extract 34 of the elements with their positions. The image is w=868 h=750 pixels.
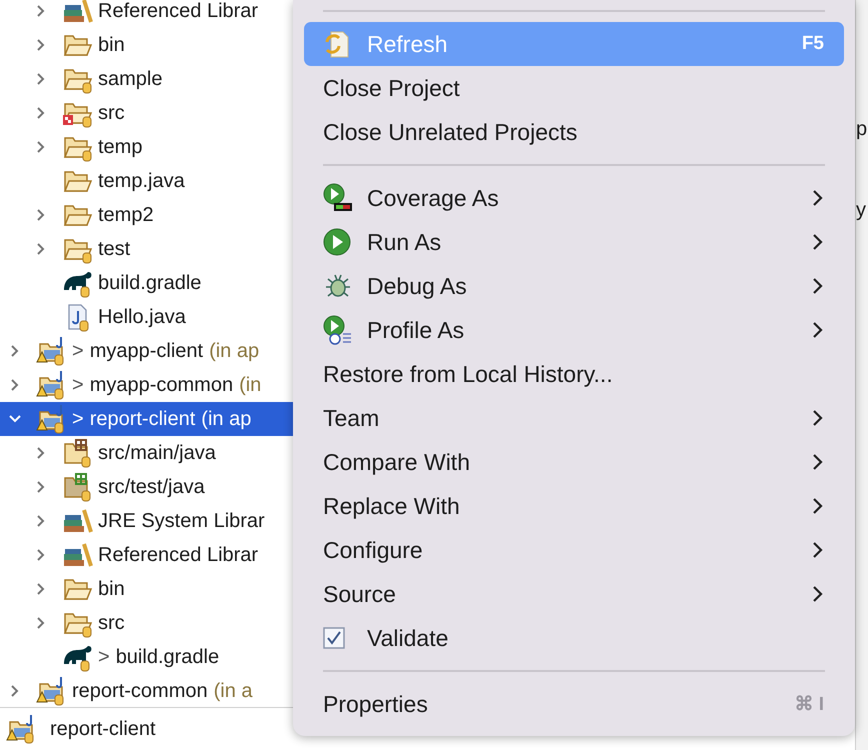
tree-item-label: build.gradle: [98, 272, 202, 294]
change-marker: >: [72, 374, 84, 396]
tree-item-label: JRE System Librar: [98, 510, 265, 532]
tree-item-label: temp2: [98, 204, 154, 226]
tree-item-label: Referenced Librar: [98, 0, 258, 22]
change-marker: >: [72, 408, 84, 430]
tree-item-label: src/main/java: [98, 442, 216, 464]
tree-item-label: myapp-common: [90, 374, 234, 396]
status-label: report-client: [50, 718, 156, 740]
tree-item-label: temp: [98, 136, 142, 158]
background-text: y: [856, 199, 867, 222]
tree-item-label: temp.java: [98, 170, 185, 192]
change-marker: >: [72, 340, 84, 362]
tree-item-label: src: [98, 612, 125, 634]
tree-item-label: src: [98, 102, 125, 124]
tree-item-label: myapp-client: [90, 340, 204, 362]
tree-item-label: report-client: [90, 408, 196, 430]
shortcut-label: ⌘ I: [794, 693, 824, 716]
tree-item-label: src/test/java: [98, 476, 205, 498]
repository-label: (in: [239, 374, 262, 396]
background-text: p: [856, 118, 868, 141]
shortcut-label: F5: [802, 33, 824, 55]
repository-label: (in a: [214, 680, 253, 702]
repository-label: (in ap: [201, 408, 252, 430]
tree-item-label: build.gradle: [116, 646, 220, 668]
tree-item-label: bin: [98, 34, 125, 56]
tree-item-label: Hello.java: [98, 306, 186, 328]
tree-item-label: sample: [98, 68, 162, 90]
tree-item-label: Referenced Librar: [98, 544, 258, 566]
tree-item-label: bin: [98, 578, 125, 600]
repository-label: (in ap: [209, 340, 260, 362]
change-marker: >: [98, 646, 110, 668]
tree-item-label: test: [98, 238, 130, 260]
tree-item-label: report-common: [72, 680, 208, 702]
